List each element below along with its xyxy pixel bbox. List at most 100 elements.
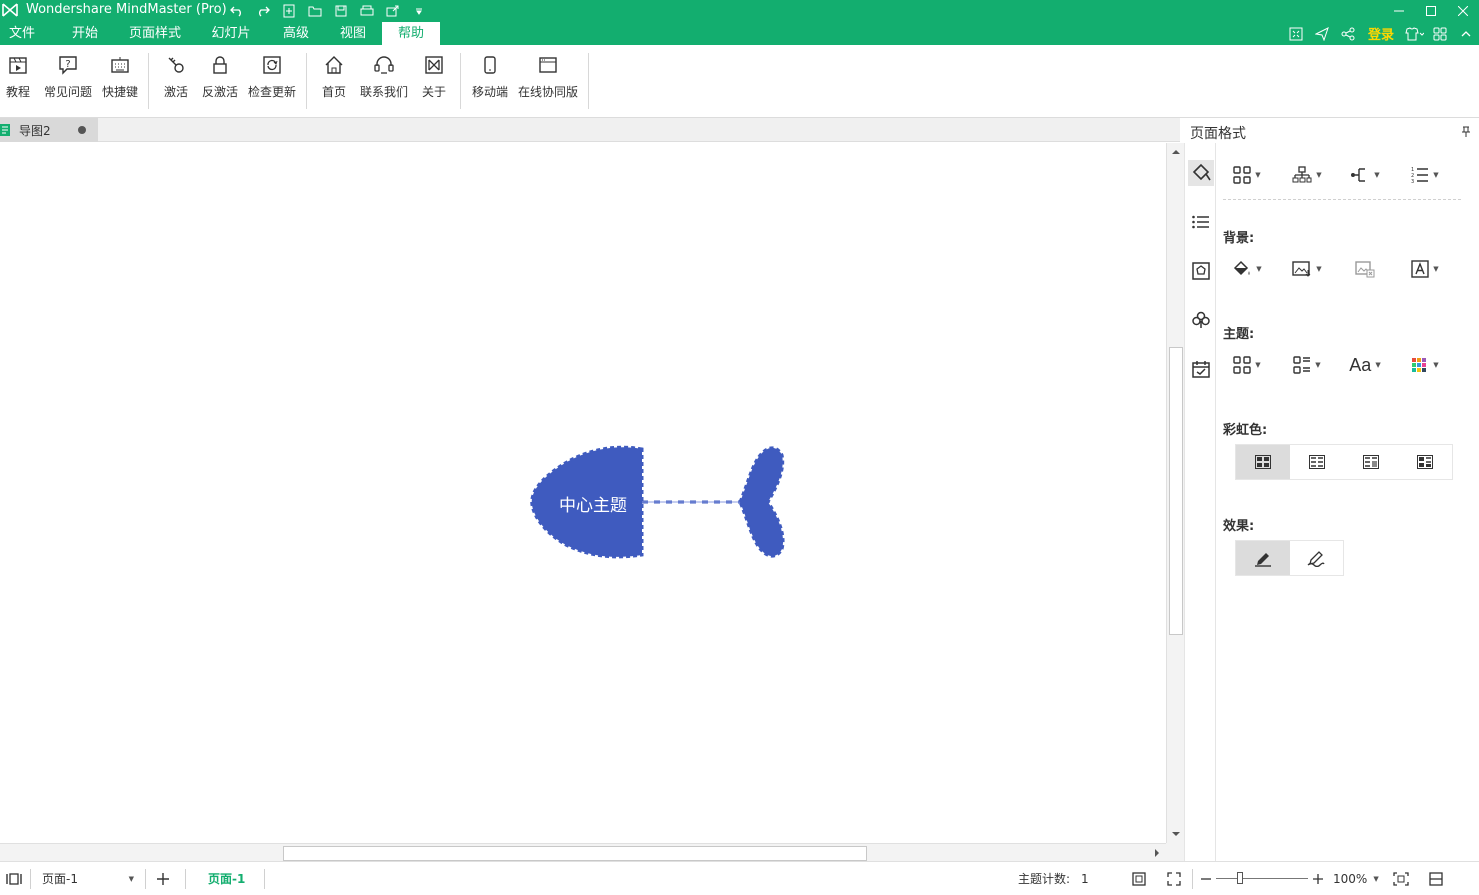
horizontal-scroll-thumb[interactable] [283,846,867,861]
paint-bucket-icon [1192,163,1211,181]
rainbow-option-4[interactable] [1398,445,1452,479]
about-button[interactable]: 关于 [420,53,448,100]
effect-normal-button[interactable] [1236,541,1290,575]
mindmap-canvas[interactable]: 中心主题 [0,143,1166,843]
fullscreen-button[interactable] [1167,862,1181,895]
maximize-icon[interactable] [1415,0,1447,22]
login-button[interactable]: 登录 [1361,22,1401,45]
open-folder-icon[interactable] [306,3,324,19]
topic-count-label: 主题计数: [1018,872,1071,886]
key-icon [168,57,184,73]
numbering-button[interactable]: 1 2 3 ▼ [1403,162,1447,188]
activate-button[interactable]: 激活 [162,53,190,100]
online-collab-button[interactable]: 在线协同版 [516,53,580,100]
vertical-scroll-thumb[interactable] [1169,347,1183,635]
marks-tab[interactable] [1188,258,1214,284]
fullscreen-icon[interactable] [1283,22,1309,45]
toggle-panel-button[interactable] [1429,862,1443,895]
send-icon[interactable] [1309,22,1335,45]
layout-grid-button[interactable]: ▼ [1225,162,1269,188]
page-select[interactable]: 页面-1 ▼ [38,862,138,895]
remove-background-image-button[interactable] [1343,256,1387,282]
menu-view[interactable]: 视图 [330,22,376,45]
print-icon[interactable] [358,3,376,19]
refresh-icon [263,56,281,74]
fit-window-button[interactable] [1393,862,1409,895]
menu-start[interactable]: 开始 [60,22,110,45]
share-icon[interactable] [1335,22,1361,45]
tutorial-button[interactable]: 教程 [4,53,32,100]
document-tab-strip: 导图2 [0,118,1180,142]
document-tab[interactable]: 导图2 [0,118,98,142]
quick-access-toolbar [228,0,428,22]
page-list-toggle[interactable] [6,862,22,895]
scroll-right-icon[interactable] [1151,847,1163,859]
contact-us-button[interactable]: 联系我们 [358,53,410,100]
apps-grid-icon[interactable] [1427,22,1453,45]
theme-layout-button[interactable]: ▼ [1285,352,1329,378]
structure-button[interactable]: ▼ [1285,162,1329,188]
add-page-button[interactable] [156,862,170,895]
connector-button[interactable]: ▼ [1343,162,1387,188]
qat-customize-icon[interactable] [410,3,428,19]
outline-tab[interactable] [1188,209,1214,235]
zoom-slider[interactable] [1216,862,1308,895]
fit-page-button[interactable] [1132,862,1146,895]
shortcuts-button[interactable]: 快捷键 [100,53,140,100]
app-title: Wondershare MindMaster (Pro) [26,2,227,17]
effects-options [1235,540,1344,576]
background-fill-button[interactable]: ▼ [1225,256,1269,282]
menu-help[interactable]: 帮助 [382,22,440,45]
theme-grid-icon [1233,356,1251,374]
minimize-icon[interactable] [1383,0,1415,22]
faq-button[interactable]: ? 常见问题 [42,53,94,100]
browser-window-icon [539,57,557,73]
title-bar: Wondershare MindMaster (Pro) [0,0,1479,22]
undo-icon[interactable] [228,3,246,19]
page-tab-active[interactable]: 页面-1 [208,862,245,895]
menu-advanced[interactable]: 高级 [274,22,318,45]
watermark-button[interactable]: ▼ [1403,256,1447,282]
home-button[interactable]: 首页 [320,53,348,100]
collapse-ribbon-icon[interactable] [1453,22,1479,45]
effect-handdrawn-button[interactable] [1290,541,1344,575]
task-tab[interactable] [1188,356,1214,382]
theme-color-button[interactable]: ▼ [1403,352,1447,378]
theme-font-button[interactable]: Aa ▼ [1343,352,1387,378]
menu-slides[interactable]: 幻灯片 [200,22,262,45]
export-icon[interactable] [384,3,402,19]
background-label: 背景: [1223,231,1255,246]
new-file-icon[interactable] [280,3,298,19]
background-image-button[interactable]: ▼ [1285,256,1329,282]
zoom-in-button[interactable] [1312,862,1324,895]
save-icon[interactable] [332,3,350,19]
theme-style-button[interactable]: ▼ [1225,352,1269,378]
vertical-scrollbar[interactable] [1166,143,1184,843]
page-format-tab[interactable] [1188,160,1214,186]
redo-icon[interactable] [254,3,272,19]
scroll-down-icon[interactable] [1170,828,1182,840]
mobile-button[interactable]: 移动端 [472,53,508,100]
clipart-tab[interactable] [1188,307,1214,333]
close-icon[interactable] [1447,0,1479,22]
mindmap-file-icon [0,124,10,136]
plus-icon [1313,873,1323,884]
deactivate-button[interactable]: 反激活 [200,53,240,100]
pin-icon[interactable] [1461,126,1471,138]
central-topic-label[interactable]: 中心主题 [548,491,638,516]
horizontal-scrollbar[interactable] [0,843,1166,861]
image-insert-icon [1292,261,1311,277]
skin-icon[interactable] [1401,22,1427,45]
rainbow-option-1[interactable] [1236,445,1290,479]
scrollbar-corner [1166,843,1184,861]
menu-page-style[interactable]: 页面样式 [124,22,186,45]
unsaved-dot-icon[interactable] [78,126,86,134]
check-update-button[interactable]: 检查更新 [246,53,298,100]
scroll-up-icon[interactable] [1170,146,1182,158]
rainbow-option-2[interactable] [1290,445,1344,479]
zoom-level-select[interactable]: 100% ▼ [1333,862,1379,895]
rainbow-option-3[interactable] [1344,445,1398,479]
zoom-slider-handle[interactable] [1237,872,1243,884]
menu-file[interactable]: 文件 [0,22,44,45]
zoom-out-button[interactable] [1200,862,1212,895]
